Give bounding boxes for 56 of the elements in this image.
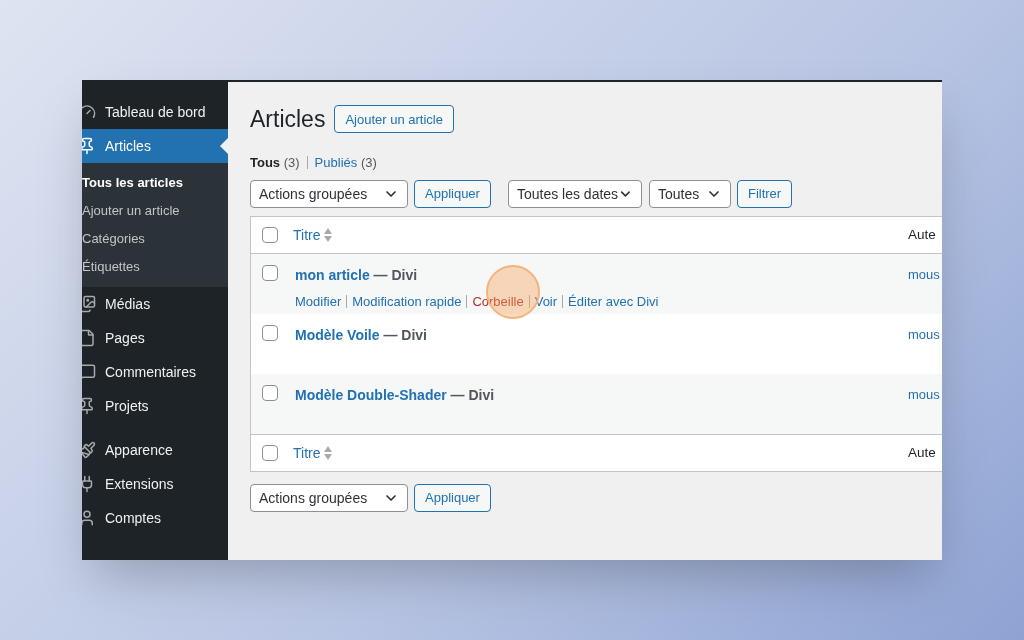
dropdown-select[interactable]: Actions groupées xyxy=(250,180,408,208)
checkbox[interactable] xyxy=(262,325,278,341)
checkbox[interactable] xyxy=(262,385,278,401)
sidebar-item[interactable]: Articles xyxy=(82,129,228,163)
sidebar-item[interactable]: Commentaires xyxy=(82,355,228,389)
column-header[interactable]: Titre xyxy=(293,442,321,464)
dropdown-select[interactable]: Actions groupées xyxy=(250,484,408,512)
sort-arrows-icon xyxy=(324,228,333,242)
sidebar-item[interactable]: Extensions xyxy=(82,467,228,501)
sidebar-item[interactable]: Apparence xyxy=(82,433,228,467)
sort-arrows-icon xyxy=(324,446,333,460)
menu-icon xyxy=(82,509,96,527)
checkbox[interactable] xyxy=(262,227,278,243)
post-title-link[interactable]: mon article xyxy=(295,267,370,283)
post-state-label: — Divi xyxy=(373,267,418,283)
menu-icon xyxy=(82,295,96,313)
checkbox[interactable] xyxy=(262,445,278,461)
apply-button[interactable]: Appliquer xyxy=(414,180,491,208)
sidebar-item[interactable]: Projets xyxy=(82,389,228,423)
post-state-label: — Divi xyxy=(450,387,495,403)
row-action-link[interactable]: Éditer avec Divi xyxy=(568,292,659,312)
dropdown-select[interactable]: Toutes les dates xyxy=(507,180,642,208)
menu-icon xyxy=(82,441,96,459)
column-header: Aute xyxy=(908,225,937,244)
current-pointer-icon xyxy=(220,138,228,154)
add-article-button[interactable]: Ajouter un article xyxy=(334,105,454,134)
post-state-label: — Divi xyxy=(383,327,427,343)
submenu-item[interactable]: Tous les articles xyxy=(82,169,228,197)
page-title: Articles xyxy=(250,105,326,134)
submenu-item[interactable]: Ajouter un article xyxy=(82,197,228,225)
row-action-link[interactable]: Modifier xyxy=(295,292,342,312)
row-action-link[interactable]: Modification rapide xyxy=(352,292,462,312)
dropdown-select[interactable]: Toutes xyxy=(648,180,731,208)
menu-icon xyxy=(82,397,96,415)
sidebar-item[interactable]: Comptes xyxy=(82,501,228,535)
filter-button[interactable]: Filtrer xyxy=(736,180,793,208)
author-link[interactable]: mous xyxy=(908,265,942,285)
post-title-link[interactable]: Modèle Voile xyxy=(295,327,380,343)
submenu-item[interactable]: Catégories xyxy=(82,225,228,253)
sidebar-item[interactable]: Pages xyxy=(82,321,228,355)
column-header[interactable]: Titre xyxy=(293,224,321,246)
column-header: Aute xyxy=(908,443,937,462)
author-link[interactable]: mous xyxy=(908,325,942,345)
checkbox[interactable] xyxy=(262,265,278,281)
view-filter-link[interactable]: Tous (3) xyxy=(250,152,300,172)
menu-icon xyxy=(82,363,96,381)
menu-icon xyxy=(82,103,96,121)
author-link[interactable]: mous xyxy=(908,385,942,405)
sidebar-item[interactable]: Médias xyxy=(82,287,228,321)
menu-icon xyxy=(82,137,96,155)
sidebar-item[interactable]: Tableau de bord xyxy=(82,95,228,129)
post-title-link[interactable]: Modèle Double-Shader xyxy=(295,387,447,403)
view-filter-link[interactable]: Publiés (3) xyxy=(314,152,377,172)
menu-icon xyxy=(82,329,96,347)
apply-button[interactable]: Appliquer xyxy=(414,484,491,512)
submenu-item[interactable]: Étiquettes xyxy=(82,253,228,281)
